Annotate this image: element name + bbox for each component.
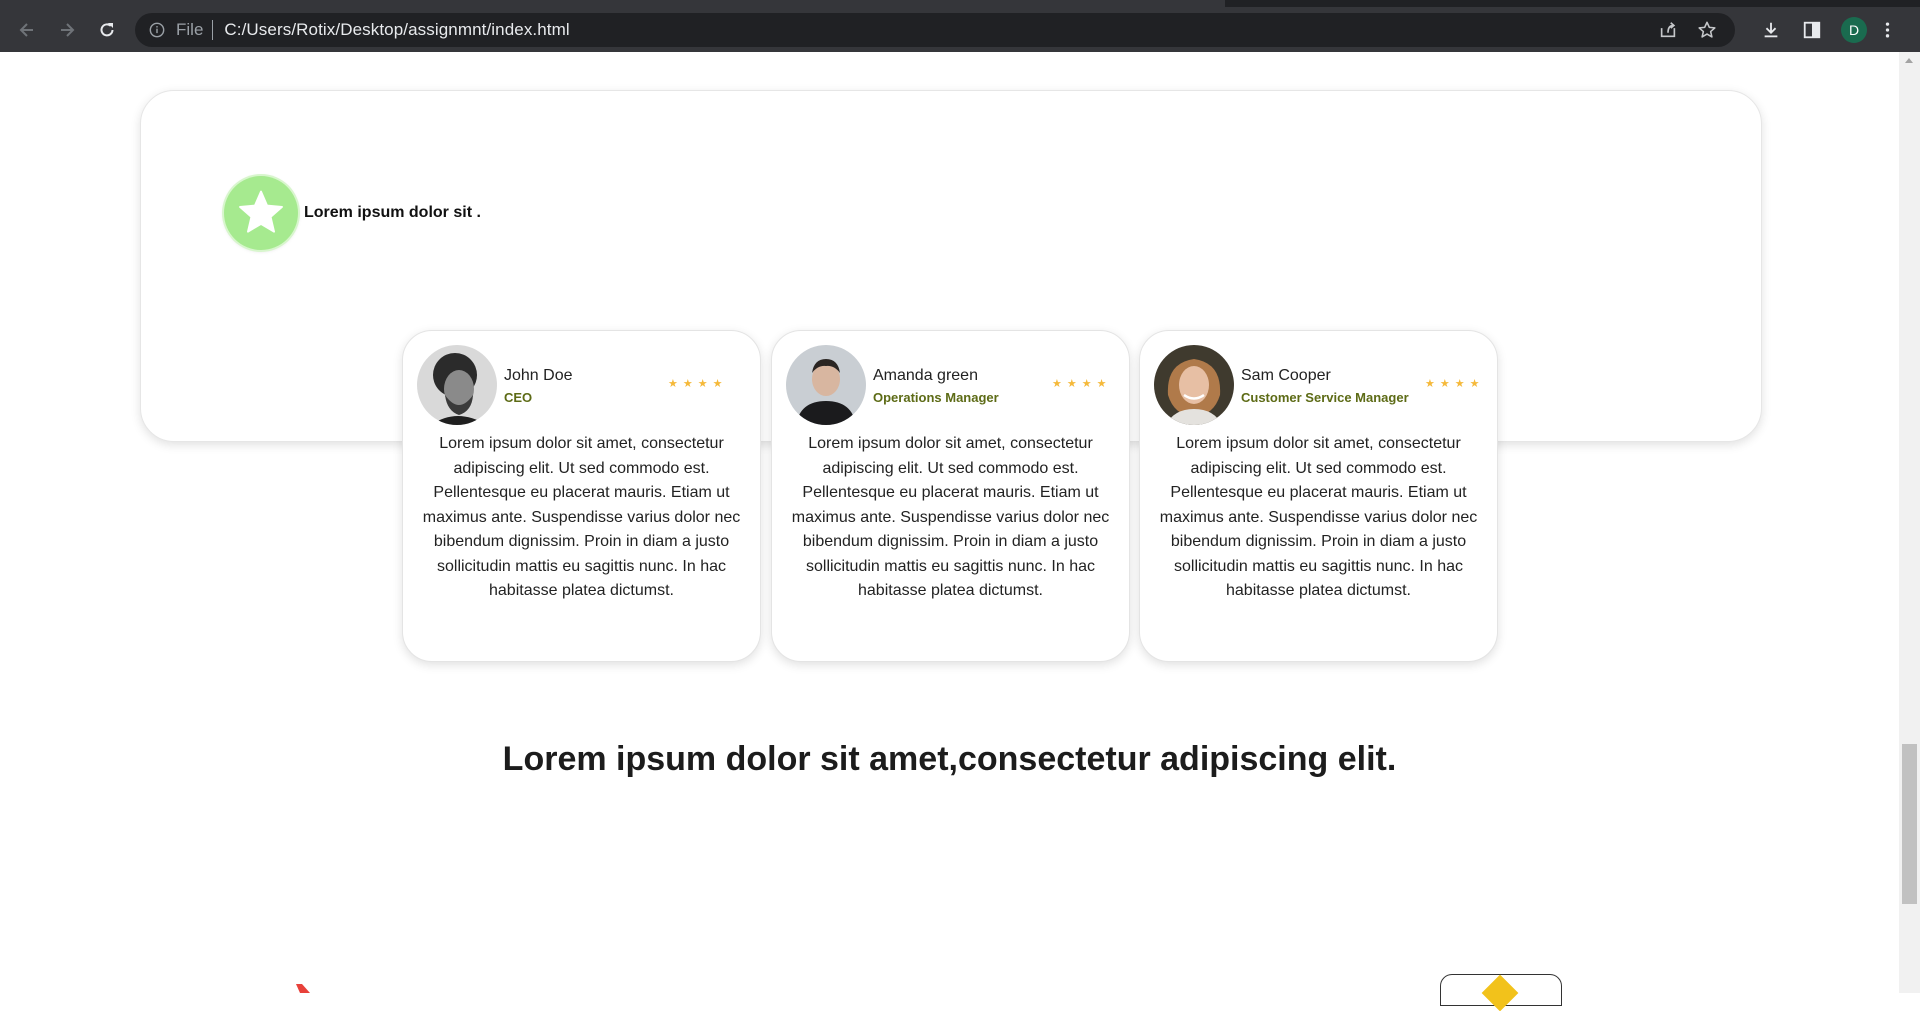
more-vert-icon[interactable] (1878, 15, 1896, 45)
share-icon[interactable] (1657, 19, 1679, 41)
avatar (1154, 345, 1234, 425)
testimonial-name: Sam Cooper (1241, 367, 1331, 384)
testimonial-role: CEO (504, 390, 533, 405)
feature-badge (224, 176, 298, 250)
feature-label: Lorem ipsum dolor sit . (304, 204, 481, 221)
avatar (786, 345, 866, 425)
vertical-scrollbar[interactable] (1899, 52, 1920, 993)
testimonial-name: John Doe (504, 367, 573, 384)
active-tab-edge (0, 0, 1225, 7)
url-separator (212, 20, 214, 40)
scroll-up-arrow-icon[interactable] (1905, 58, 1913, 63)
testimonial-text: Lorem ipsum dolor sit amet, consectetur … (791, 435, 1110, 599)
testimonial-text: Lorem ipsum dolor sit amet, consectetur … (1159, 435, 1478, 599)
testimonial-role: Operations Manager (873, 390, 999, 405)
bookmark-star-icon[interactable] (1696, 19, 1718, 41)
scrollbar-thumb[interactable] (1902, 744, 1917, 904)
avatar (417, 345, 497, 425)
testimonial-name: Amanda green (873, 367, 978, 384)
url-scheme-label: File (176, 20, 204, 39)
tab-strip (0, 0, 1920, 7)
testimonial-card: Sam Cooper Customer Service Manager ★★★★… (1139, 330, 1498, 662)
profile-initial: D (1841, 17, 1867, 43)
download-icon[interactable] (1756, 15, 1786, 45)
testimonial-role: Customer Service Manager (1241, 390, 1409, 405)
rating-stars: ★★★★ (1425, 378, 1485, 390)
testimonial-card: Amanda green Operations Manager ★★★★ Lor… (771, 330, 1130, 662)
browser-toolbar: File C:/Users/Rotix/Desktop/assignmnt/in… (0, 7, 1920, 52)
url-text[interactable]: C:/Users/Rotix/Desktop/assignmnt/index.h… (224, 20, 569, 40)
testimonial-card: John Doe CEO ★★★★ Lorem ipsum dolor sit … (402, 330, 761, 662)
back-arrow-icon[interactable] (12, 15, 42, 45)
rating-stars: ★★★★ (668, 378, 728, 390)
rating-stars: ★★★★ (1052, 378, 1112, 390)
profile-avatar-button[interactable]: D (1839, 15, 1869, 45)
forward-arrow-icon[interactable] (52, 15, 82, 45)
info-icon[interactable] (148, 21, 166, 39)
star-icon (239, 190, 283, 233)
red-shape-icon (296, 984, 310, 993)
address-bar[interactable]: File C:/Users/Rotix/Desktop/assignmnt/in… (135, 13, 1735, 47)
reload-icon[interactable] (92, 15, 122, 45)
section-heading: Lorem ipsum dolor sit amet,consectetur a… (502, 740, 1397, 778)
testimonial-text: Lorem ipsum dolor sit amet, consectetur … (422, 435, 741, 599)
side-panel-icon[interactable] (1797, 15, 1827, 45)
